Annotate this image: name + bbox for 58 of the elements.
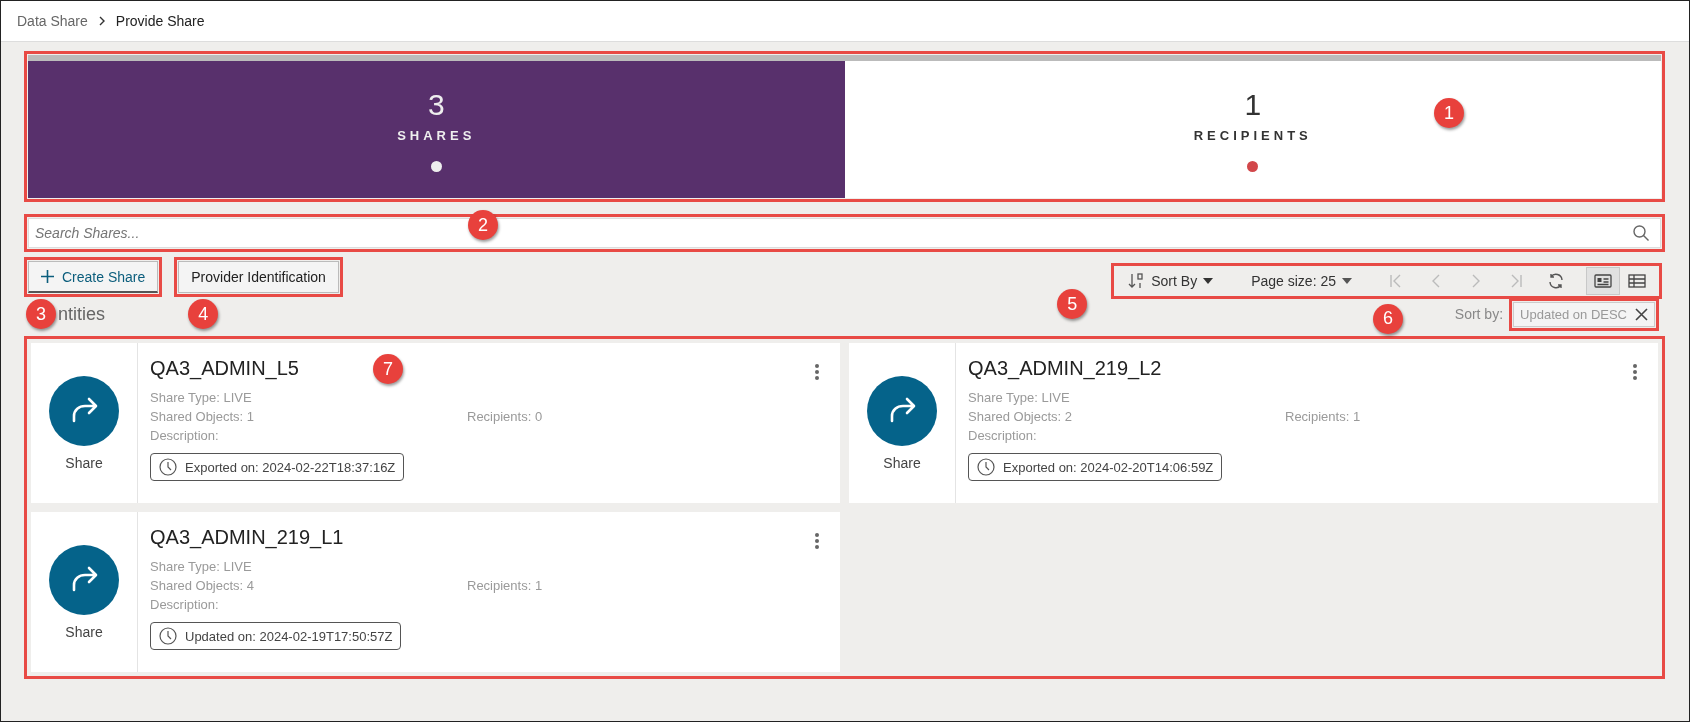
description-label: Description: bbox=[150, 428, 220, 443]
sort-icon bbox=[1127, 272, 1146, 290]
share-title[interactable]: QA3_ADMIN_L5 bbox=[150, 357, 299, 380]
more-menu-icon[interactable] bbox=[814, 363, 820, 381]
callout-badge: 2 bbox=[468, 210, 498, 240]
timestamp-text: Exported on: 2024-02-22T18:37:16Z bbox=[185, 459, 396, 475]
tile-count[interactable]: 1 bbox=[1244, 87, 1262, 122]
card-icon bbox=[1594, 272, 1612, 290]
more-menu-icon[interactable] bbox=[1632, 363, 1638, 381]
share-type: Share Type: LIVE bbox=[150, 559, 253, 574]
callout-badge: 6 bbox=[1373, 303, 1404, 334]
description-label: Description: bbox=[968, 428, 1038, 443]
callout-badge: 4 bbox=[188, 299, 219, 329]
selected-summary-tile[interactable]: 3 SHARES bbox=[28, 61, 845, 198]
share-type: Share Type: LIVE bbox=[150, 390, 253, 405]
clock-icon bbox=[159, 627, 177, 645]
recipients-count: Recipients: 1 bbox=[467, 578, 544, 593]
timestamp-text: Exported on: 2024-02-20T14:06:59Z bbox=[1003, 459, 1214, 475]
plus-icon bbox=[41, 270, 54, 283]
clock-icon bbox=[159, 458, 177, 476]
share-label: Share bbox=[883, 455, 921, 471]
sort-by-label: Sort by: bbox=[1454, 306, 1504, 322]
description-label: Description: bbox=[150, 597, 220, 612]
share-icon bbox=[49, 376, 119, 446]
close-icon[interactable] bbox=[1635, 307, 1648, 321]
shared-objects: Shared Objects: 1 bbox=[150, 409, 256, 424]
clock-icon bbox=[977, 458, 995, 476]
search-icon bbox=[1632, 224, 1650, 242]
more-menu-icon[interactable] bbox=[814, 532, 820, 550]
sort-dropdown[interactable]: Sort By bbox=[1119, 267, 1222, 295]
share-icon bbox=[867, 376, 937, 446]
share-title[interactable]: QA3_ADMIN_219_L2 bbox=[968, 357, 1162, 380]
share-label: Share bbox=[65, 624, 103, 640]
chevron-icon bbox=[97, 16, 106, 26]
shared-objects: Shared Objects: 4 bbox=[150, 578, 256, 593]
callout-badge: 5 bbox=[1057, 289, 1088, 319]
share-title[interactable]: QA3_ADMIN_219_L1 bbox=[150, 526, 344, 549]
recipients-count: Recipients: 0 bbox=[467, 409, 544, 424]
card-view-button[interactable] bbox=[1586, 267, 1620, 295]
table-icon bbox=[1628, 272, 1646, 290]
caret-icon bbox=[1342, 278, 1352, 284]
recipients-count: Recipients: 1 bbox=[1285, 409, 1362, 424]
timestamp-text: Updated on: 2024-02-19T17:50:57Z bbox=[185, 628, 393, 644]
shared-objects: Shared Objects: 2 bbox=[968, 409, 1074, 424]
tile-label[interactable]: RECIPIENTS bbox=[1193, 127, 1312, 143]
sort-value: Updated on DESC bbox=[1520, 306, 1627, 322]
share-label: Share bbox=[65, 455, 103, 471]
page-size-dropdown[interactable]: Page size: 25 bbox=[1243, 267, 1360, 295]
breadcrumb-item[interactable]: Data Share bbox=[17, 13, 88, 29]
tile-count: 3 bbox=[427, 87, 445, 122]
share-icon bbox=[49, 545, 119, 615]
breadcrumb-item: Provide Share bbox=[115, 13, 205, 29]
tile-label: SHARES bbox=[397, 127, 476, 143]
section-title: ntities bbox=[58, 303, 106, 325]
caret-icon bbox=[1203, 278, 1214, 284]
callout-badge: 3 bbox=[26, 299, 56, 329]
refresh-icon[interactable] bbox=[1547, 272, 1565, 290]
share-type: Share Type: LIVE bbox=[968, 390, 1071, 405]
